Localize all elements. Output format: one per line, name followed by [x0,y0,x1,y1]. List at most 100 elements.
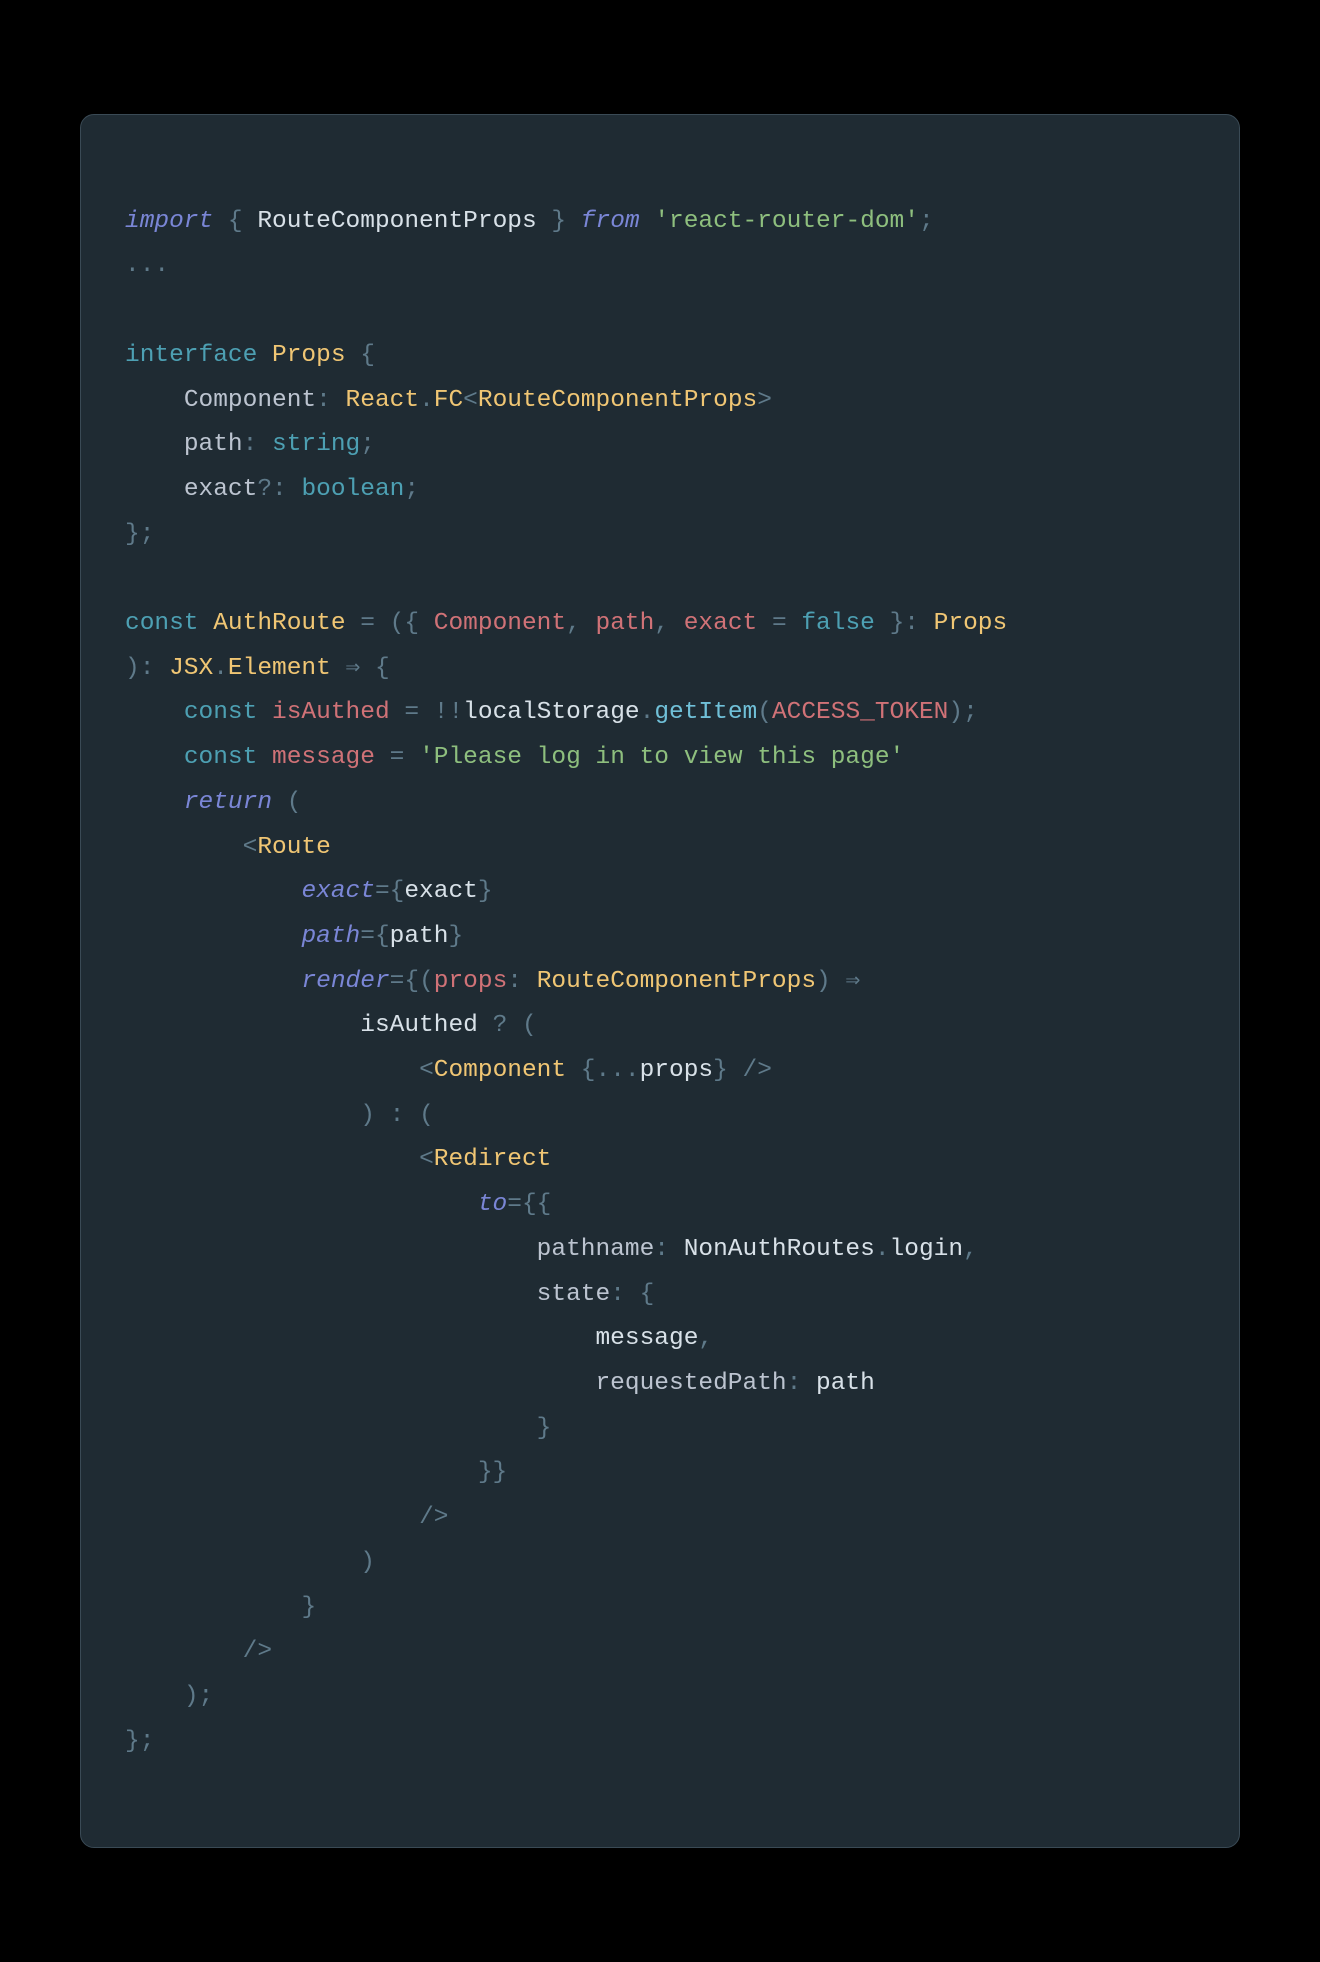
colon: : [243,431,258,458]
kw-const: const [184,744,258,771]
kw-interface: interface [125,342,257,369]
jsx-close: /> [743,1057,772,1084]
type-name: Props [272,342,346,369]
brace: { [360,342,375,369]
semi: ; [199,1683,214,1710]
type-name: React [346,387,420,414]
question: ? [493,1012,508,1039]
param: props [434,968,508,995]
ident: path [816,1370,875,1397]
question: ? [257,476,272,503]
colon: : [507,968,522,995]
jsx-tag: Redirect [434,1146,552,1173]
colon: : [316,387,331,414]
paren: ( [522,1012,537,1039]
indent [125,1683,184,1710]
prop-key: Component [184,387,316,414]
eq: = [375,878,390,905]
indent [125,1236,537,1263]
type-name: FC [434,387,463,414]
param: Component [434,610,566,637]
indent [125,1459,478,1486]
indent [125,476,184,503]
arrow: ⇒ [845,968,860,995]
jsx-close: /> [243,1638,272,1665]
indent [125,1594,301,1621]
angle: < [419,1146,434,1173]
angle: > [757,387,772,414]
prop-key: exact [184,476,258,503]
eq: = [404,699,419,726]
ident: NonAuthRoutes [684,1236,875,1263]
type-name: JSX [169,655,213,682]
indent [125,968,301,995]
brace: { [640,1281,655,1308]
eq: = [360,923,375,950]
param: path [596,610,655,637]
type-name: Props [934,610,1008,637]
dot: . [875,1236,890,1263]
dot: . [213,655,228,682]
ident: path [390,923,449,950]
indent [125,744,184,771]
indent [125,1012,360,1039]
string-literal: 'react-router-dom' [654,208,919,235]
indent [125,699,184,726]
brace: { [228,208,243,235]
code-content: import { RouteComponentProps } from 'rea… [125,200,1195,1765]
ts-type: boolean [301,476,404,503]
comma: , [654,610,669,637]
comma: , [698,1325,713,1352]
jsx-attr: render [301,968,389,995]
type-name: RouteComponentProps [537,968,816,995]
indent [125,1281,537,1308]
ident: exact [404,878,478,905]
ts-type: string [272,431,360,458]
colon: : [904,610,919,637]
string-literal: 'Please log in to view this page' [419,744,904,771]
paren: ) [816,968,831,995]
spread: ... [596,1057,640,1084]
paren: ) [184,1683,199,1710]
indent [125,1057,419,1084]
paren: ) [360,1549,375,1576]
dot: . [419,387,434,414]
kw-const: const [184,699,258,726]
code-editor-pane: import { RouteComponentProps } from 'rea… [80,114,1240,1848]
constant: ACCESS_TOKEN [772,699,948,726]
colon: : [390,1102,405,1129]
semi: ; [919,208,934,235]
indent [125,1325,595,1352]
brace: }} [478,1459,507,1486]
eq: = [360,610,375,637]
brace: } [125,1728,140,1755]
prop-key: path [184,431,243,458]
colon: : [140,655,155,682]
ident: localStorage [463,699,639,726]
brace: } [125,521,140,548]
indent [125,1638,243,1665]
paren: ( [287,789,302,816]
indent [125,1191,478,1218]
semi: ; [140,521,155,548]
eq: = [772,610,787,637]
semi: ; [360,431,375,458]
angle: < [419,1057,434,1084]
colon: : [272,476,287,503]
brace: { [375,655,390,682]
brace: } [551,208,566,235]
ident: AuthRoute [213,610,345,637]
brace: } [713,1057,728,1084]
colon: : [787,1370,802,1397]
jsx-attr: exact [301,878,375,905]
bang: !! [434,699,463,726]
prop-key: pathname [537,1236,655,1263]
param: exact [684,610,758,637]
eq: = [507,1191,522,1218]
indent [125,431,184,458]
arrow: ⇒ [346,655,361,682]
eq: = [390,744,405,771]
ident: message [595,1325,698,1352]
semi: ; [140,1728,155,1755]
indent [125,923,301,950]
